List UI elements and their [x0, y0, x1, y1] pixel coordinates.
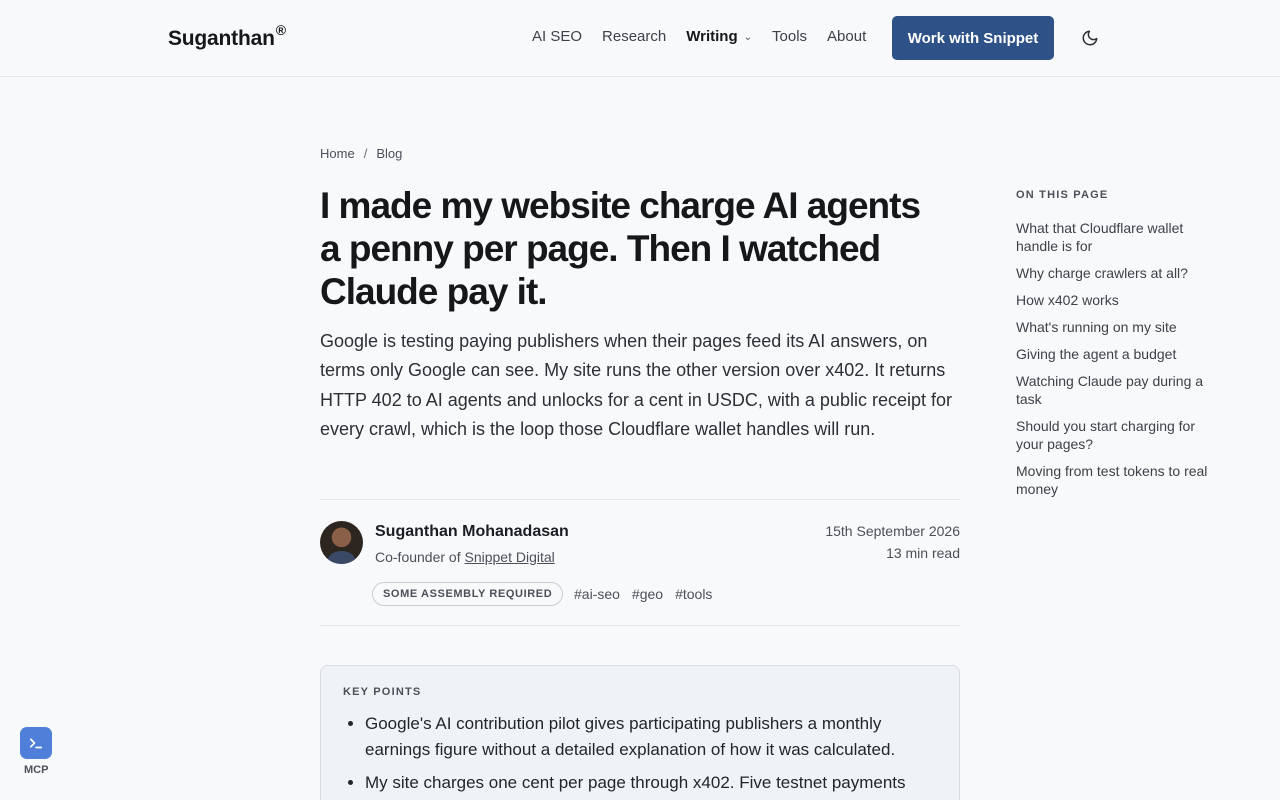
toc-item[interactable]: What that Cloudflare wallet handle is fo…	[1016, 219, 1216, 255]
toc-item[interactable]: How x402 works	[1016, 291, 1216, 309]
logo-mark: ®	[275, 22, 286, 38]
toc-item[interactable]: Watching Claude pay during a task	[1016, 372, 1216, 408]
site-header: Suganthan® AI SEO Research Writing ⌄ Tool…	[0, 0, 1280, 77]
divider	[320, 625, 960, 626]
tag-tools[interactable]: #tools	[675, 586, 712, 602]
table-of-contents: What that Cloudflare wallet handle is fo…	[1016, 219, 1216, 507]
breadcrumb: Home / Blog	[320, 146, 402, 161]
terminal-icon	[29, 738, 43, 749]
author-name: Suganthan Mohanadasan	[375, 523, 569, 540]
publish-date: 15th September 2026	[825, 523, 960, 539]
company-link[interactable]: Snippet Digital	[465, 549, 555, 565]
list-item: My site charges one cent per page throug…	[365, 770, 925, 796]
list-item: Google's AI contribution pilot gives par…	[365, 711, 925, 763]
article-lede: Google is testing paying publishers when…	[320, 331, 952, 439]
toc-item[interactable]: Should you start charging for your pages…	[1016, 417, 1216, 453]
toc-item[interactable]: Giving the agent a budget	[1016, 345, 1216, 363]
nav-about[interactable]: About	[827, 28, 866, 45]
work-with-snippet-button[interactable]: Work with Snippet	[892, 16, 1054, 60]
status-badge: SOME ASSEMBLY REQUIRED	[372, 582, 564, 606]
toc-item[interactable]: Why charge crawlers at all?	[1016, 264, 1216, 282]
nav-ai-seo[interactable]: AI SEO	[532, 28, 582, 45]
mcp-label: MCP	[24, 764, 49, 776]
main-nav: AI SEO Research Writing ⌄ Tools About	[532, 28, 866, 45]
toc-label: ON THIS PAGE	[1016, 189, 1109, 201]
tag-geo[interactable]: #geo	[632, 586, 663, 602]
nav-research[interactable]: Research	[602, 28, 666, 45]
breadcrumb-separator: /	[363, 146, 368, 161]
key-points-box: KEY POINTS Google's AI contribution pilo…	[320, 665, 960, 800]
breadcrumb-blog[interactable]: Blog	[376, 146, 402, 161]
site-logo[interactable]: Suganthan®	[168, 22, 286, 51]
read-time: 13 min read	[886, 545, 960, 561]
tag-list: #ai-seo #geo #tools	[574, 586, 724, 602]
key-points-label: KEY POINTS	[343, 686, 422, 698]
moon-icon[interactable]	[1081, 29, 1099, 47]
mcp-button[interactable]	[20, 727, 52, 759]
toc-item[interactable]: Moving from test tokens to real money	[1016, 462, 1216, 498]
breadcrumb-home[interactable]: Home	[320, 146, 355, 161]
author-role: Co-founder of Snippet Digital	[375, 549, 555, 565]
avatar	[320, 521, 363, 564]
author-role-prefix: Co-founder of	[375, 549, 465, 565]
nav-tools[interactable]: Tools	[772, 28, 807, 45]
logo-text: Suganthan	[168, 27, 275, 50]
tag-ai-seo[interactable]: #ai-seo	[574, 586, 620, 602]
article-title: I made my website charge AI agents a pen…	[320, 185, 921, 312]
nav-writing[interactable]: Writing ⌄	[686, 28, 752, 45]
key-points-list: Google's AI contribution pilot gives par…	[365, 711, 925, 800]
divider	[320, 499, 960, 500]
toc-item[interactable]: What's running on my site	[1016, 318, 1216, 336]
nav-writing-label: Writing	[686, 28, 738, 45]
chevron-down-icon: ⌄	[743, 32, 753, 43]
